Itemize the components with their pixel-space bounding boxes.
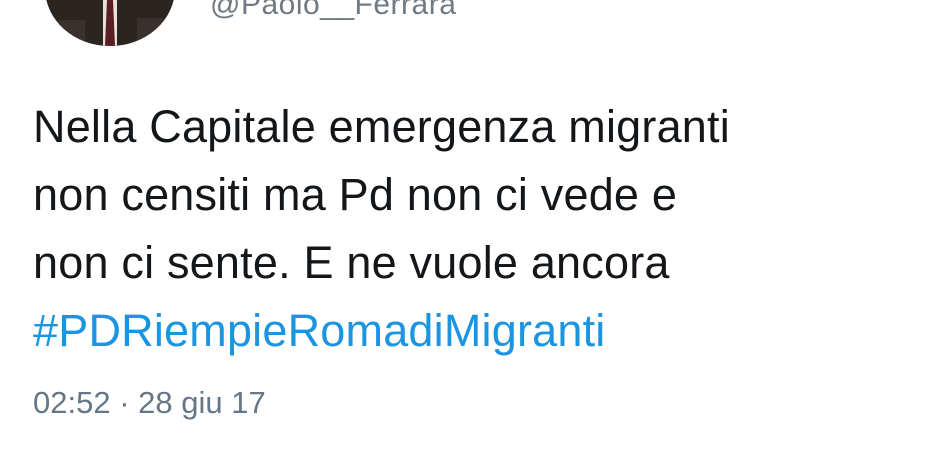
tweet-card: @Paolo__Ferrara Nella Capitale emergenza… <box>0 0 950 450</box>
tweet-text-line: Nella Capitale emergenza migranti <box>33 101 730 152</box>
tweet-text-line: non ci sente. E ne vuole ancora <box>33 237 670 288</box>
tweet-timestamp[interactable]: 02:52 · 28 giu 17 <box>33 385 266 421</box>
user-handle[interactable]: @Paolo__Ferrara <box>210 0 456 22</box>
hashtag-link[interactable]: #PDRiempieRomadiMigranti <box>33 297 933 365</box>
tweet-text: Nella Capitale emergenza migranti non ce… <box>33 93 933 365</box>
avatar[interactable] <box>45 0 175 46</box>
tweet-text-line: non censiti ma Pd non ci vede e <box>33 169 678 220</box>
